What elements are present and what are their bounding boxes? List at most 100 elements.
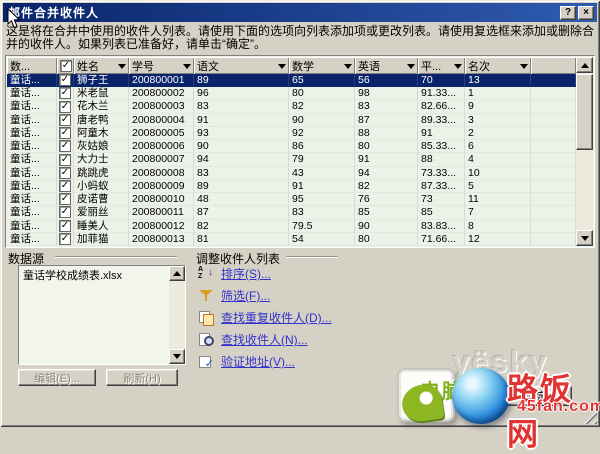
column-header-rank[interactable]: 名次 xyxy=(465,57,531,74)
table-row[interactable]: 童话...✓加菲猫20080001381548071.66...12 xyxy=(7,233,576,246)
data-source-listbox[interactable]: 童话学校成绩表.xlsx xyxy=(18,265,186,365)
cell-chinese: 82 xyxy=(194,220,289,233)
cell-student-id: 200800010 xyxy=(129,193,194,206)
row-checkbox-cell[interactable]: ✓ xyxy=(57,233,74,246)
close-button[interactable]: × xyxy=(578,6,594,20)
table-row[interactable]: 童话...✓爱丽丝200800011878385857 xyxy=(7,206,576,219)
table-row[interactable]: 童话...✓小蚂蚁20080000989918287.33...5 xyxy=(7,180,576,193)
scrollbar-thumb[interactable] xyxy=(576,74,593,150)
row-checkbox-cell[interactable]: ✓ xyxy=(57,87,74,100)
row-checkbox-cell[interactable]: ✓ xyxy=(57,74,74,87)
row-checkbox-cell[interactable]: ✓ xyxy=(57,127,74,140)
cell-math: 79.5 xyxy=(289,220,355,233)
resize-grip[interactable] xyxy=(584,411,597,424)
titlebar[interactable]: 邮件合并收件人 ? × xyxy=(3,3,597,22)
cell-filler xyxy=(531,127,576,140)
watermark-logo-square xyxy=(397,368,455,422)
refine-link[interactable]: 查找重复收件人(D)... xyxy=(221,309,332,326)
row-checkbox-cell[interactable]: ✓ xyxy=(57,180,74,193)
listbox-scroll-up-button[interactable] xyxy=(169,266,185,281)
filter-dropdown-icon[interactable] xyxy=(520,64,528,73)
column-header-english[interactable]: 英语 xyxy=(355,57,418,74)
row-checkbox-cell[interactable]: ✓ xyxy=(57,193,74,206)
row-checkbox-cell[interactable]: ✓ xyxy=(57,140,74,153)
row-checkbox[interactable]: ✓ xyxy=(59,114,71,126)
row-checkbox[interactable]: ✓ xyxy=(59,74,71,86)
table-row[interactable]: 童话...✓灰姑娘20080000690868085.33...6 xyxy=(7,140,576,153)
cell-source: 童话... xyxy=(7,100,57,113)
edit-button[interactable]: 编辑(E)... xyxy=(18,369,96,386)
cell-math: 79 xyxy=(289,153,355,166)
cell-source: 童话... xyxy=(7,140,57,153)
row-checkbox-cell[interactable]: ✓ xyxy=(57,206,74,219)
row-checkbox[interactable]: ✓ xyxy=(59,233,71,245)
row-checkbox[interactable]: ✓ xyxy=(59,220,71,232)
table-row[interactable]: 童话...✓跳跳虎20080000883439473.33...10 xyxy=(7,167,576,180)
row-checkbox[interactable]: ✓ xyxy=(59,206,71,218)
row-checkbox[interactable]: ✓ xyxy=(59,127,71,139)
cell-math: 54 xyxy=(289,233,355,246)
column-header-math[interactable]: 数学 xyxy=(289,57,355,74)
listbox-scroll-down-button[interactable] xyxy=(169,349,185,364)
cell-english: 91 xyxy=(355,153,418,166)
refine-link[interactable]: 筛选(F)... xyxy=(221,287,270,304)
refresh-button[interactable]: 刷新(H) xyxy=(106,369,178,386)
row-checkbox[interactable]: ✓ xyxy=(59,193,71,205)
row-checkbox[interactable]: ✓ xyxy=(59,167,71,179)
refine-link[interactable]: 验证地址(V)... xyxy=(221,353,295,370)
column-header-name[interactable]: 姓名 xyxy=(74,57,129,74)
listbox-scrollbar[interactable] xyxy=(169,266,185,364)
filter-dropdown-icon[interactable] xyxy=(183,64,191,73)
filter-icon xyxy=(198,288,214,303)
filter-dropdown-icon[interactable] xyxy=(344,64,352,73)
refine-link[interactable]: 查找收件人(N)... xyxy=(221,331,308,348)
help-button[interactable]: ? xyxy=(560,6,576,20)
cell-english: 87 xyxy=(355,114,418,127)
cell-source: 童话... xyxy=(7,114,57,127)
data-source-file[interactable]: 童话学校成绩表.xlsx xyxy=(19,266,185,284)
row-checkbox[interactable]: ✓ xyxy=(59,180,71,192)
table-row[interactable]: 童话...✓狮子王2008000018965567013 xyxy=(7,74,576,87)
column-header-chinese[interactable]: 语文 xyxy=(194,57,289,74)
scroll-up-button[interactable] xyxy=(576,57,593,73)
column-header-label: 姓名 xyxy=(77,58,99,74)
table-row[interactable]: 童话...✓皮诺曹2008000104895767311 xyxy=(7,193,576,206)
row-checkbox[interactable]: ✓ xyxy=(59,101,71,113)
cell-average: 91 xyxy=(418,127,465,140)
cell-average: 85.33... xyxy=(418,140,465,153)
cell-english: 83 xyxy=(355,100,418,113)
filter-dropdown-icon[interactable] xyxy=(407,64,415,73)
row-checkbox-cell[interactable]: ✓ xyxy=(57,153,74,166)
column-header-student-id[interactable]: 学号 xyxy=(129,57,194,74)
row-checkbox[interactable]: ✓ xyxy=(59,87,71,99)
table-row[interactable]: 童话...✓大力士200800007947991884 xyxy=(7,153,576,166)
dialog-description: 这是将在合并中使用的收件人列表。请使用下面的选项向列表添加项或更改列表。请使用复… xyxy=(6,25,594,51)
table-row[interactable]: 童话...✓睡美人2008000128279.59083.83...8 xyxy=(7,220,576,233)
data-source-separator xyxy=(55,256,177,258)
column-header-source[interactable]: 数... xyxy=(7,57,57,74)
row-checkbox[interactable]: ✓ xyxy=(59,154,71,166)
table-row[interactable]: 童话...✓米老鼠20080000296809891.33...1 xyxy=(7,87,576,100)
table-scrollbar[interactable] xyxy=(576,57,593,246)
column-header-checkbox[interactable]: ✓ xyxy=(57,57,74,74)
row-checkbox-cell[interactable]: ✓ xyxy=(57,100,74,113)
ok-button[interactable]: 确定 xyxy=(500,386,572,406)
select-all-checkbox[interactable]: ✓ xyxy=(60,60,72,72)
row-checkbox-cell[interactable]: ✓ xyxy=(57,220,74,233)
table-row[interactable]: 童话...✓花木兰20080000383828382.66...9 xyxy=(7,100,576,113)
table-row[interactable]: 童话...✓阿童木200800005939288912 xyxy=(7,127,576,140)
cell-student-id: 200800012 xyxy=(129,220,194,233)
filter-dropdown-icon[interactable] xyxy=(278,64,286,73)
row-checkbox-cell[interactable]: ✓ xyxy=(57,114,74,127)
refine-link[interactable]: 排序(S)... xyxy=(221,265,271,282)
filter-dropdown-icon[interactable] xyxy=(118,64,126,73)
filter-dropdown-icon[interactable] xyxy=(454,64,462,73)
cell-rank: 1 xyxy=(465,87,531,100)
column-header-average[interactable]: 平... xyxy=(418,57,465,74)
cell-average: 91.33... xyxy=(418,87,465,100)
row-checkbox[interactable]: ✓ xyxy=(59,140,71,152)
table-row[interactable]: 童话...✓唐老鸭20080000491908789.33...3 xyxy=(7,114,576,127)
cell-source: 童话... xyxy=(7,127,57,140)
row-checkbox-cell[interactable]: ✓ xyxy=(57,167,74,180)
scroll-down-button[interactable] xyxy=(576,230,593,246)
